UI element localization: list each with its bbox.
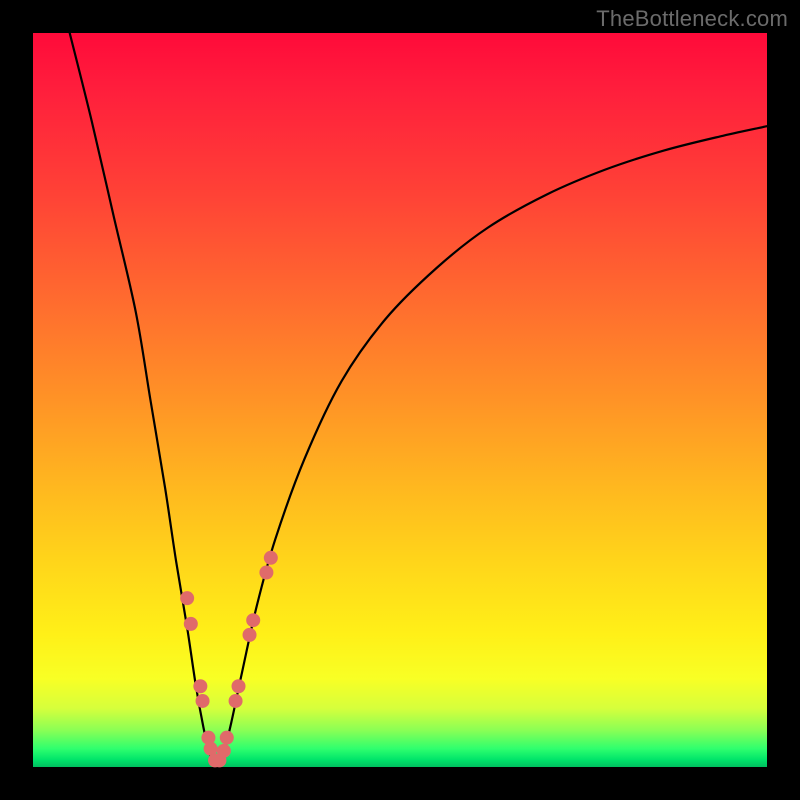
watermark-text: TheBottleneck.com bbox=[596, 6, 788, 32]
bottleneck-curve bbox=[70, 33, 767, 763]
data-marker bbox=[193, 679, 207, 693]
data-marker bbox=[220, 731, 234, 745]
data-marker bbox=[217, 744, 231, 758]
plot-area bbox=[33, 33, 767, 767]
chart-frame: TheBottleneck.com bbox=[0, 0, 800, 800]
data-marker bbox=[229, 694, 243, 708]
data-marker bbox=[184, 617, 198, 631]
data-marker bbox=[264, 551, 278, 565]
data-marker bbox=[246, 613, 260, 627]
data-marker bbox=[259, 565, 273, 579]
data-marker bbox=[243, 628, 257, 642]
data-marker bbox=[196, 694, 210, 708]
data-marker bbox=[232, 679, 246, 693]
curve-svg bbox=[33, 33, 767, 767]
data-marker bbox=[180, 591, 194, 605]
